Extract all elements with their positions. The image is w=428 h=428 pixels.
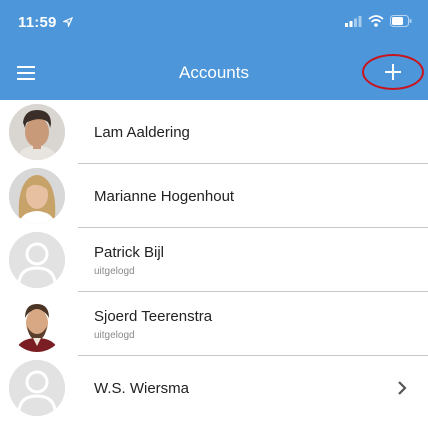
wifi-icon	[368, 15, 384, 27]
accounts-list: Lam Aaldering Marianne Hogenhout Patrick…	[0, 100, 428, 420]
status-bar: 11:59	[0, 0, 428, 46]
account-name: Sjoerd Teerenstra	[94, 308, 213, 325]
avatar	[9, 104, 65, 160]
avatar-photo	[9, 296, 65, 352]
user-placeholder-icon	[9, 360, 65, 416]
user-placeholder-icon	[9, 232, 65, 288]
add-account-button[interactable]	[362, 54, 424, 90]
status-icons	[344, 15, 412, 27]
account-name: Marianne Hogenhout	[94, 188, 235, 205]
avatar	[9, 296, 65, 352]
avatar-placeholder	[9, 232, 65, 288]
location-arrow-icon	[61, 16, 74, 29]
account-row[interactable]: Patrick Bijl uitgelogd	[0, 228, 428, 292]
account-row[interactable]: Lam Aaldering	[0, 100, 428, 164]
battery-icon	[390, 15, 412, 27]
account-name: Lam Aaldering	[94, 124, 190, 141]
chevron-right-icon	[398, 381, 407, 395]
add-button-highlight-circle	[362, 54, 424, 90]
account-status: uitgelogd	[94, 330, 135, 341]
account-row[interactable]: Marianne Hogenhout	[0, 164, 428, 228]
nav-bar: Accounts	[0, 46, 428, 100]
avatar-photo	[9, 168, 65, 224]
account-row[interactable]: Sjoerd Teerenstra uitgelogd	[0, 292, 428, 356]
avatar	[9, 168, 65, 224]
avatar-photo	[9, 104, 65, 160]
account-name: W.S. Wiersma	[94, 380, 190, 397]
avatar-placeholder	[9, 360, 65, 416]
status-time-text: 11:59	[18, 14, 57, 31]
account-status: uitgelogd	[94, 266, 135, 277]
account-row[interactable]: W.S. Wiersma	[0, 356, 428, 420]
signal-icon	[345, 16, 362, 27]
account-name: Patrick Bijl	[94, 244, 165, 261]
status-time: 11:59	[18, 14, 74, 31]
